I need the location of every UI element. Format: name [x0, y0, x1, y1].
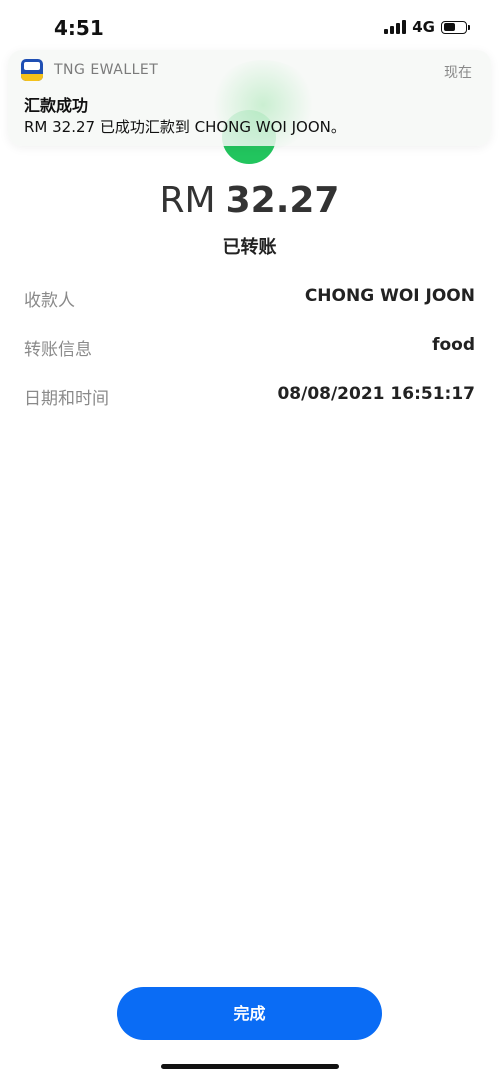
transfer-status: 已转账 [222, 237, 277, 258]
notification-time: 现在 [444, 65, 472, 81]
notification-title: 汇款成功 [24, 96, 89, 115]
push-notification[interactable]: TNG EWALLET 现在 汇款成功 RM 32.27 已成功汇款到 CHON… [8, 50, 491, 150]
transfer-amount: RM 32.27 [0, 180, 499, 221]
recipient-label: 收款人 [24, 291, 75, 311]
status-bar: 4:51 4G [0, 0, 499, 56]
message-label: 转账信息 [24, 340, 92, 360]
home-indicator[interactable] [161, 1064, 339, 1069]
done-button[interactable]: 完成 [117, 987, 382, 1040]
battery-fill [443, 23, 455, 31]
tng-ewallet-app-icon [21, 59, 43, 81]
status-indicators: 4G [384, 18, 470, 36]
amount-currency: RM [159, 180, 216, 221]
message-value: food [432, 335, 475, 355]
datetime-label: 日期和时间 [24, 389, 109, 409]
network-type: 4G [412, 18, 435, 36]
transfer-details: 收款人 CHONG WOI JOON 转账信息 food 日期和时间 08/08… [24, 282, 475, 429]
status-time: 4:51 [54, 16, 104, 40]
recipient-value: CHONG WOI JOON [304, 286, 475, 306]
detail-row-datetime: 日期和时间 08/08/2021 16:51:17 [24, 380, 475, 429]
notification-app-name: TNG EWALLET [54, 62, 159, 78]
amount-value: 32.27 [225, 180, 340, 221]
detail-row-recipient: 收款人 CHONG WOI JOON [24, 282, 475, 331]
datetime-value: 08/08/2021 16:51:17 [277, 384, 475, 404]
battery-icon [441, 20, 470, 34]
detail-row-message: 转账信息 food [24, 331, 475, 380]
transfer-success-screen: 4:51 4G TNG EWALLET 现在 汇款成功 RM 32.27 已成功… [0, 0, 499, 1080]
notification-body: RM 32.27 已成功汇款到 CHONG WOI JOON。 [24, 118, 346, 136]
cellular-signal-icon [384, 20, 407, 34]
